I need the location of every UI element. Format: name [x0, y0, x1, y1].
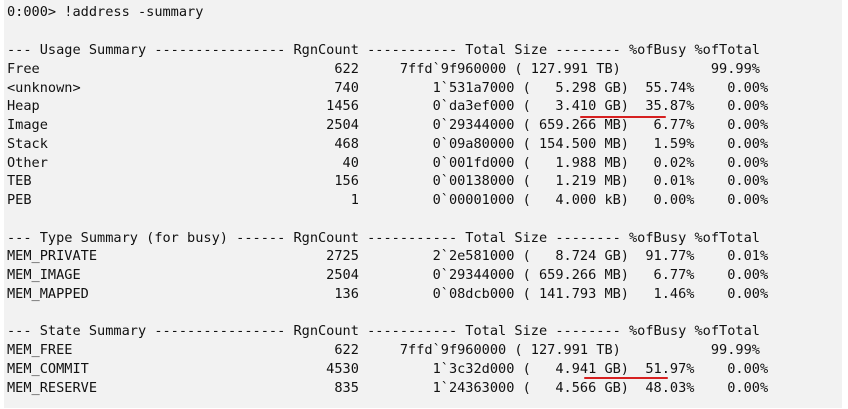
debugger-output-panel: 0:000> !address -summary --- Usage Summa…: [4, 0, 842, 408]
usage-summary-header: --- Usage Summary ---------------- RgnCo…: [7, 42, 760, 58]
usage-row-image: Image 2504 0`29344000 ( 659.266 MB) 6.77…: [7, 117, 769, 133]
usage-row-other: Other 40 0`001fd000 ( 1.988 MB) 0.02% 0.…: [7, 155, 769, 171]
state-row-mem-free: MEM_FREE 622 7ffd`9f960000 ( 127.991 TB)…: [7, 342, 760, 358]
heap-size-underline: [580, 116, 666, 118]
usage-row-stack: Stack 468 0`09a80000 ( 154.500 MB) 1.59%…: [7, 136, 769, 152]
usage-row-unknown: <unknown> 740 1`531a7000 ( 5.298 GB) 55.…: [7, 80, 769, 96]
usage-row-heap: Heap 1456 0`da3ef000 ( 3.410 GB) 35.87% …: [7, 98, 769, 114]
command-line[interactable]: 0:000> !address -summary: [7, 3, 203, 22]
usage-row-teb: TEB 156 0`00138000 ( 1.219 MB) 0.01% 0.0…: [7, 173, 769, 189]
usage-row-free: Free 622 7ffd`9f960000 ( 127.991 TB) 99.…: [7, 61, 760, 77]
type-summary-header: --- Type Summary (for busy) ------ RgnCo…: [7, 230, 760, 246]
usage-row-peb: PEB 1 0`00001000 ( 4.000 kB) 0.00% 0.00%: [7, 192, 769, 208]
type-row-mem-mapped: MEM_MAPPED 136 0`08dcb000 ( 141.793 MB) …: [7, 286, 769, 302]
state-summary-header: --- State Summary ---------------- RgnCo…: [7, 323, 760, 339]
state-row-mem-reserve: MEM_RESERVE 835 1`24363000 ( 4.566 GB) 4…: [7, 380, 769, 396]
commit-size-underline: [584, 377, 668, 379]
type-row-mem-image: MEM_IMAGE 2504 0`29344000 ( 659.266 MB) …: [7, 267, 769, 283]
type-row-mem-private: MEM_PRIVATE 2725 2`2e581000 ( 8.724 GB) …: [7, 248, 769, 264]
